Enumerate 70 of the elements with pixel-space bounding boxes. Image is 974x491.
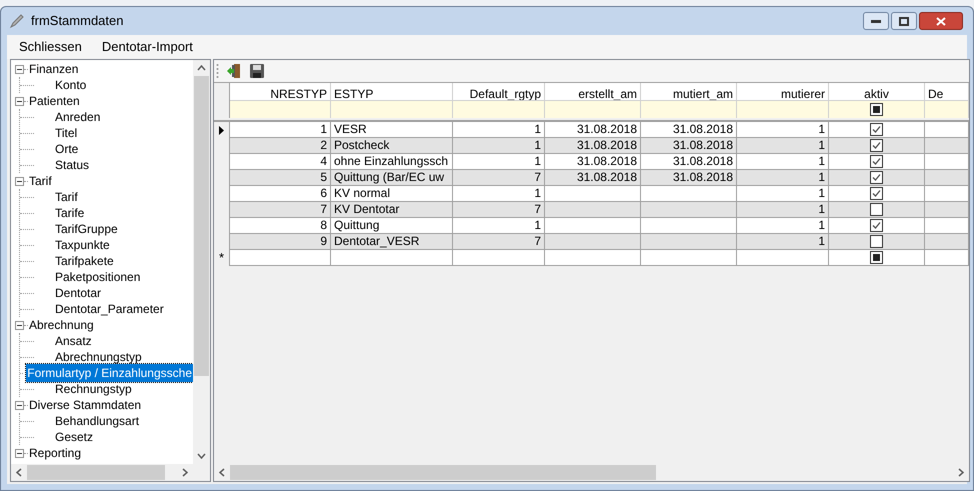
vertical-scrollbar[interactable] [193,60,210,464]
save-button[interactable] [248,62,265,80]
chevron-down-icon [197,453,206,459]
checkbox[interactable] [870,139,883,152]
tree-item[interactable]: Titel [54,124,78,142]
tree-item[interactable]: Tarife [54,204,86,222]
checkbox[interactable] [870,187,883,200]
tree-item[interactable]: Rechnungstyp [54,380,133,398]
minimize-icon [871,19,881,23]
collapse-toggle[interactable] [15,400,24,410]
tree-item[interactable]: Ansatz [54,332,93,350]
collapse-toggle[interactable] [15,96,24,106]
scrollbar-thumb[interactable] [27,465,165,480]
door-arrow-icon [226,63,242,79]
tree-item[interactable]: Formulartyp / Einzahlungssche [26,364,193,382]
tree-item[interactable]: Tarifpakete [54,252,115,270]
chevron-up-icon [197,65,206,71]
tree-item[interactable]: Behandlungsart [54,412,140,430]
new-row-marker: * [218,250,224,266]
checkbox[interactable] [870,103,883,116]
tree-item[interactable]: Status [54,156,90,174]
checkbox[interactable] [870,155,883,168]
tree-item[interactable]: Anreden [54,108,102,126]
scrollbar-thumb[interactable] [194,76,209,376]
checkbox[interactable] [870,123,883,136]
tree-item[interactable]: TarifGruppe [54,220,119,238]
tree-item[interactable]: Abrechnungstyp [54,348,143,366]
tree-item[interactable]: Diverse Stammdaten [28,396,142,414]
checkbox[interactable] [870,251,883,264]
tree-item[interactable]: Tarif [28,172,53,190]
grip-icon [216,63,219,79]
tree-item[interactable]: Dentotar [54,284,102,302]
menu-item[interactable]: Schliessen [11,37,90,57]
tree-item[interactable]: Taxpunkte [54,236,111,254]
close-icon [936,16,946,26]
maximize-button[interactable] [891,12,917,30]
tree-item[interactable]: Gesetz [54,428,94,446]
checkbox[interactable] [870,235,883,248]
scrollbar-thumb[interactable] [230,465,656,480]
menu-item[interactable]: Dentotar-Import [94,37,201,57]
tree-item[interactable]: Konto [54,76,88,94]
pen-icon [9,13,25,29]
row-header[interactable] [214,122,230,138]
checkbox[interactable] [870,171,883,184]
close-button[interactable] [919,12,963,30]
chevron-right-icon [958,468,964,477]
row-header[interactable]: * [214,250,230,266]
chevron-right-icon [182,468,188,477]
collapse-toggle[interactable] [15,176,24,186]
collapse-toggle[interactable] [15,320,24,330]
minimize-button[interactable] [863,12,889,30]
exit-door-button[interactable] [225,62,242,80]
checkbox[interactable] [870,203,883,216]
tree-item[interactable]: Finanzen [28,60,80,78]
tree-item[interactable]: Patienten [28,92,81,110]
collapse-toggle[interactable] [15,64,24,74]
tree-item[interactable]: Reporting [28,444,82,462]
maximize-icon [899,16,909,26]
checkbox[interactable] [870,219,883,232]
collapse-toggle[interactable] [15,448,24,458]
tree-item[interactable]: Dentotar_Parameter [54,300,165,318]
tree-item[interactable]: Orte [54,140,80,158]
tree-item[interactable]: Paketpositionen [54,268,142,286]
chevron-left-icon [219,468,225,477]
window-title: frmStammdaten [31,12,124,30]
chevron-left-icon [16,468,22,477]
current-row-icon [219,126,224,134]
tree-item[interactable]: Abrechnung [28,316,95,334]
horizontal-scrollbar[interactable] [11,464,210,481]
tree-item[interactable]: Tarif [54,188,79,206]
